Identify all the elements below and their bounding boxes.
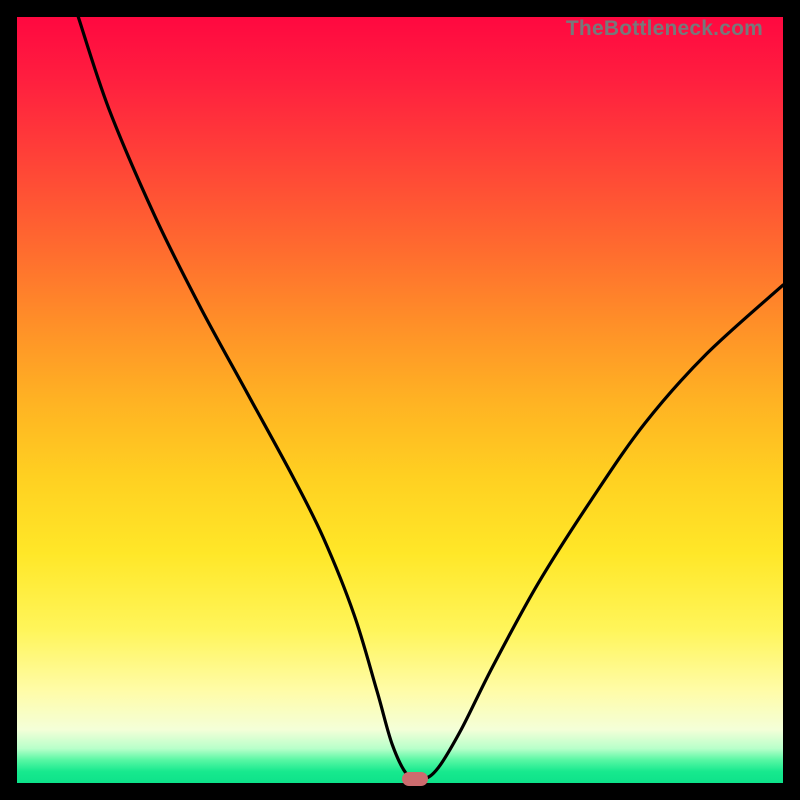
bottleneck-curve <box>17 17 783 783</box>
minimum-marker <box>402 772 428 786</box>
chart-frame: TheBottleneck.com <box>0 0 800 800</box>
plot-area: TheBottleneck.com <box>17 17 783 783</box>
